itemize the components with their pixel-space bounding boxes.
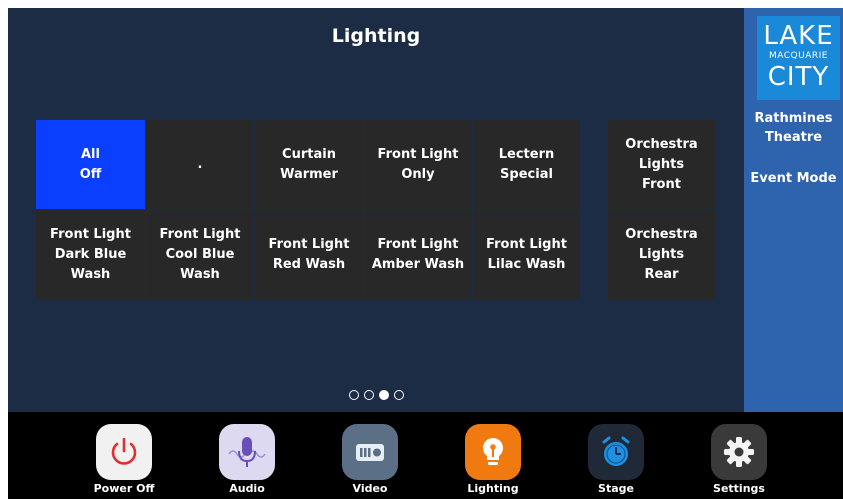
power-off-label: Power Off: [93, 482, 155, 495]
lighting-label: Lighting: [467, 482, 519, 495]
preset-lectern-special-button[interactable]: Lectern Special: [473, 120, 580, 209]
preset-orchestra-lights-front-button[interactable]: Orchestra Lights Front: [608, 120, 715, 209]
settings-label: Settings: [713, 482, 765, 495]
microphone-icon: [228, 437, 266, 467]
video-label: Video: [352, 482, 388, 495]
page-dot[interactable]: [364, 390, 374, 400]
logo-line-2: MACQUARIE: [769, 51, 828, 61]
preset-front-light-cool-blue-wash-button[interactable]: Front Light Cool Blue Wash: [146, 210, 254, 300]
video-button[interactable]: [342, 424, 398, 480]
page-dot[interactable]: [394, 390, 404, 400]
audio-label: Audio: [229, 482, 265, 495]
page-title: Lighting: [331, 25, 421, 47]
alarm-clock-icon: [602, 436, 630, 466]
stage-button[interactable]: [588, 424, 644, 480]
page-indicator: [349, 390, 404, 400]
preset-front-light-lilac-wash-button[interactable]: Front Light Lilac Wash: [473, 210, 580, 300]
gear-icon: [724, 437, 754, 467]
preset-blank-button[interactable]: .: [146, 120, 254, 209]
audio-button[interactable]: [219, 424, 275, 480]
preset-front-light-amber-wash-button[interactable]: Front Light Amber Wash: [364, 210, 472, 300]
lake-macquarie-city-logo: LAKE MACQUARIE CITY: [757, 16, 840, 100]
stage-label: Stage: [598, 482, 634, 495]
page-dot-current[interactable]: [379, 390, 389, 400]
preset-orchestra-lights-rear-button[interactable]: Orchestra Lights Rear: [608, 210, 715, 300]
logo-line-3: CITY: [767, 62, 830, 92]
venue-name-line-2: Theatre: [764, 130, 823, 145]
lightbulb-icon: [483, 438, 503, 465]
preset-front-light-only-button[interactable]: Front Light Only: [364, 120, 472, 209]
power-icon: [111, 437, 137, 465]
logo-line-1: LAKE: [763, 21, 834, 51]
lighting-button[interactable]: [465, 424, 521, 480]
preset-front-light-red-wash-button[interactable]: Front Light Red Wash: [255, 210, 363, 300]
power-off-button[interactable]: [96, 424, 152, 480]
preset-curtain-warmer-button[interactable]: Curtain Warmer: [255, 120, 363, 209]
preset-all-off-button[interactable]: All Off: [36, 120, 145, 209]
projector-icon: [356, 444, 384, 461]
venue-name-line-1: Rathmines: [754, 111, 833, 126]
page-dot[interactable]: [349, 390, 359, 400]
settings-button[interactable]: [711, 424, 767, 480]
preset-front-light-dark-blue-wash-button[interactable]: Front Light Dark Blue Wash: [36, 210, 145, 300]
event-mode-label: Event Mode: [750, 171, 837, 186]
